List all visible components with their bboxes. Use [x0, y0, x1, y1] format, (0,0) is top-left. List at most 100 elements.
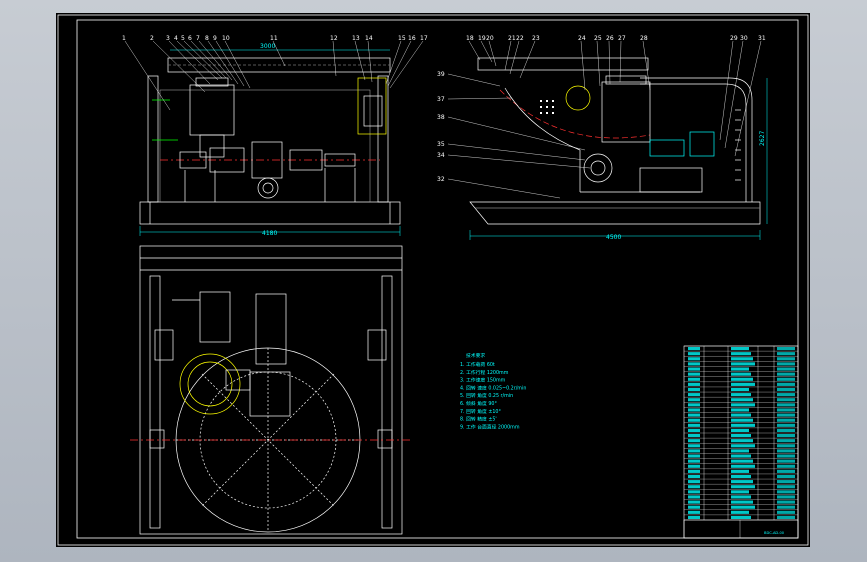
- front-part-label: 7: [196, 35, 200, 42]
- front-part-label: 2: [150, 35, 154, 42]
- parts-list-cell: [731, 459, 753, 463]
- tech-note-line: 2. 工作行程 1200mm: [460, 369, 509, 376]
- parts-list-cell: [777, 413, 795, 417]
- parts-list-cell: [777, 500, 795, 504]
- parts-list-cell: [731, 480, 753, 484]
- front-part-label: 12: [330, 35, 338, 42]
- parts-list-cell: [777, 423, 795, 427]
- parts-list-cell: [688, 377, 700, 381]
- side-part-label: 29: [730, 35, 738, 42]
- parts-list-cell: [688, 454, 700, 458]
- tech-note-line: 1. 工作载荷 60t: [460, 361, 495, 368]
- parts-list-cell: [688, 459, 700, 463]
- side-left-part-label: 38: [437, 114, 445, 121]
- parts-list-cell: [777, 515, 795, 519]
- parts-list-cell: [688, 413, 700, 417]
- parts-list-cell: [731, 510, 749, 514]
- front-dim-width: 4180: [262, 230, 277, 237]
- front-part-label: 1: [122, 35, 126, 42]
- side-part-label: 20: [486, 35, 494, 42]
- side-part-label: 24: [578, 35, 586, 42]
- side-part-label: 19: [478, 35, 486, 42]
- parts-list-cell: [777, 418, 795, 422]
- parts-list-cell: [777, 480, 795, 484]
- parts-list-cell: [777, 362, 795, 366]
- parts-list-cell: [731, 398, 753, 402]
- parts-list-cell: [777, 454, 795, 458]
- parts-list-cell: [731, 454, 751, 458]
- parts-list-cell: [777, 398, 795, 402]
- side-left-part-label: 39: [437, 71, 445, 78]
- parts-list-cell: [688, 423, 700, 427]
- parts-list-cell: [777, 428, 795, 432]
- side-part-label: 30: [740, 35, 748, 42]
- parts-list-cell: [688, 474, 700, 479]
- side-part-label: 25: [594, 35, 602, 42]
- parts-list-cell: [731, 367, 749, 371]
- parts-list-cell: [688, 449, 700, 453]
- parts-list-cell: [731, 449, 749, 453]
- parts-list-cell: [731, 393, 751, 397]
- parts-list-cell: [731, 403, 755, 407]
- parts-list-cell: [777, 449, 795, 453]
- side-part-label: 21: [508, 35, 516, 42]
- parts-list-cell: [731, 387, 749, 392]
- front-part-label: 8: [205, 35, 209, 42]
- side-part-label: 27: [618, 35, 626, 42]
- parts-list-cell: [731, 418, 753, 422]
- parts-list-cell: [731, 362, 755, 366]
- parts-list-cell: [777, 382, 795, 386]
- parts-list-cell: [688, 485, 700, 489]
- parts-list-cell: [688, 515, 700, 519]
- parts-list-cell: [688, 347, 700, 351]
- parts-list-cell: [731, 423, 755, 427]
- side-part-label: 22: [516, 35, 524, 42]
- parts-list-cell: [688, 382, 700, 386]
- parts-list-cell: [688, 372, 700, 376]
- parts-list-cell: [777, 490, 795, 494]
- parts-list-cell: [688, 505, 700, 509]
- parts-list-cell: [731, 515, 751, 519]
- parts-list-cell: [731, 434, 751, 438]
- side-dim-height: 2627: [759, 131, 766, 146]
- front-part-label: 10: [222, 35, 230, 42]
- front-part-label: 17: [420, 35, 428, 42]
- front-part-label: 3: [166, 35, 170, 42]
- front-part-label: 15: [398, 35, 406, 42]
- front-part-label: 11: [270, 35, 278, 42]
- parts-list-cell: [777, 357, 795, 361]
- front-part-label: 16: [408, 35, 416, 42]
- tech-note-line: 3. 工作速度 150mm: [460, 377, 506, 384]
- tech-note-line: 9. 工作 台面直径 2000mm: [460, 423, 520, 430]
- side-left-part-label: 34: [437, 152, 445, 159]
- parts-list-cell: [688, 464, 700, 468]
- parts-list-cell: [688, 480, 700, 484]
- front-part-label: 6: [188, 35, 192, 42]
- tech-notes-title: 技术要求: [466, 352, 485, 359]
- parts-list-cell: [688, 469, 700, 473]
- parts-list-cell: [777, 485, 795, 489]
- parts-list-cell: [777, 495, 795, 499]
- side-part-label: 28: [640, 35, 648, 42]
- parts-list-cell: [777, 393, 795, 397]
- front-part-label: 5: [181, 35, 185, 42]
- parts-list-cell: [731, 347, 749, 351]
- parts-list-cell: [777, 469, 795, 473]
- parts-list-cell: [777, 387, 795, 392]
- title-block-drawing-number: BDC-AD-00: [764, 531, 785, 535]
- side-left-part-label: 32: [437, 176, 445, 183]
- tech-note-line: 4. 回转 速度 0.025~0.2r/min: [460, 384, 526, 391]
- parts-list-cell: [688, 439, 700, 443]
- parts-list-cell: [688, 352, 700, 356]
- parts-list-cell: [688, 403, 700, 407]
- parts-list-cell: [731, 485, 755, 489]
- parts-list-cell: [688, 408, 700, 412]
- parts-list-cell: [777, 474, 795, 479]
- side-left-part-label: 35: [437, 141, 445, 148]
- tech-note-line: 6. 倾斜 角度 90°: [460, 400, 497, 407]
- parts-list-cell: [777, 459, 795, 463]
- tech-note-line: 8. 回转 精度 ±5': [460, 416, 497, 423]
- parts-list-cell: [731, 474, 751, 479]
- parts-list-cell: [731, 490, 749, 494]
- parts-list-cell: [688, 398, 700, 402]
